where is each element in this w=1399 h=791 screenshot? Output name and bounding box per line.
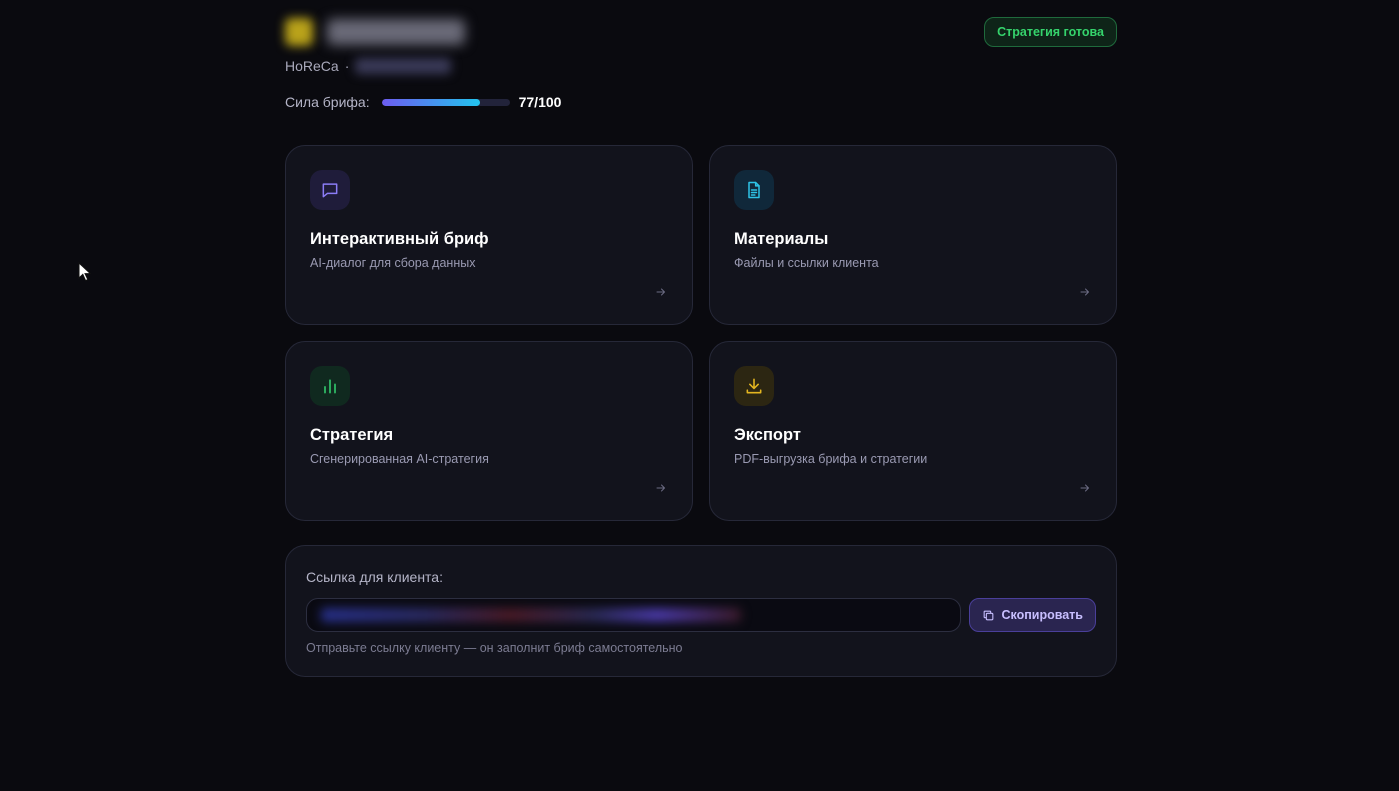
arrow-right-icon — [1078, 481, 1092, 495]
client-link-url-redacted — [321, 608, 741, 622]
segment-label: HoReCa — [285, 58, 339, 74]
card-title: Материалы — [734, 230, 829, 248]
arrow-right-icon — [654, 285, 668, 299]
card-subtitle: Сгенерированная AI-стратегия — [310, 452, 489, 466]
status-badge: Стратегия готова — [984, 17, 1117, 47]
arrow-right-icon — [1078, 285, 1092, 299]
card-subtitle: PDF-выгрузка брифа и стратегии — [734, 452, 928, 466]
brief-strength-score: 77/100 — [518, 94, 562, 110]
card-materials[interactable]: Материалы Файлы и ссылки клиента — [709, 145, 1117, 325]
project-title-row — [285, 18, 465, 46]
client-link-field[interactable] — [306, 598, 961, 632]
card-interactive-brief[interactable]: Интерактивный бриф AI-диалог для сбора д… — [285, 145, 693, 325]
card-title: Стратегия — [310, 426, 394, 444]
project-meta: HoReCa · — [285, 58, 452, 74]
document-icon — [734, 170, 774, 210]
client-link-label: Ссылка для клиента: — [306, 569, 443, 585]
card-strategy[interactable]: Стратегия Сгенерированная AI-стратегия — [285, 341, 693, 521]
brief-strength-bar-fill — [381, 98, 481, 106]
copy-link-label: Скопировать — [1001, 608, 1083, 622]
brief-strength-label: Сила брифа: — [285, 94, 370, 110]
mouse-cursor-icon — [78, 262, 92, 282]
arrow-right-icon — [654, 481, 668, 495]
project-header: HoReCa · Сила брифа: 77/100 Стратегия го… — [285, 0, 1117, 140]
copy-icon — [984, 610, 994, 620]
card-export[interactable]: Экспорт PDF-выгрузка брифа и стратегии — [709, 341, 1117, 521]
card-title: Интерактивный бриф — [310, 230, 489, 248]
project-emoji-redacted — [285, 18, 313, 46]
project-title-redacted — [327, 19, 465, 45]
bar-chart-icon — [310, 366, 350, 406]
brief-strength: Сила брифа: 77/100 — [285, 94, 561, 110]
brief-strength-bar — [381, 98, 510, 106]
project-meta-redacted — [355, 58, 452, 74]
brief-dashboard: HoReCa · Сила брифа: 77/100 Стратегия го… — [285, 0, 1117, 677]
card-subtitle: AI-диалог для сбора данных — [310, 256, 476, 270]
card-title: Экспорт — [734, 426, 801, 444]
chat-icon — [310, 170, 350, 210]
copy-link-button[interactable]: Скопировать — [969, 598, 1096, 632]
client-link-hint: Отправьте ссылку клиенту — он заполнит б… — [306, 641, 683, 655]
meta-separator: · — [344, 58, 350, 74]
download-icon — [734, 366, 774, 406]
client-link-panel: Ссылка для клиента: Скопировать Отправьт… — [285, 545, 1117, 677]
card-subtitle: Файлы и ссылки клиента — [734, 256, 879, 270]
